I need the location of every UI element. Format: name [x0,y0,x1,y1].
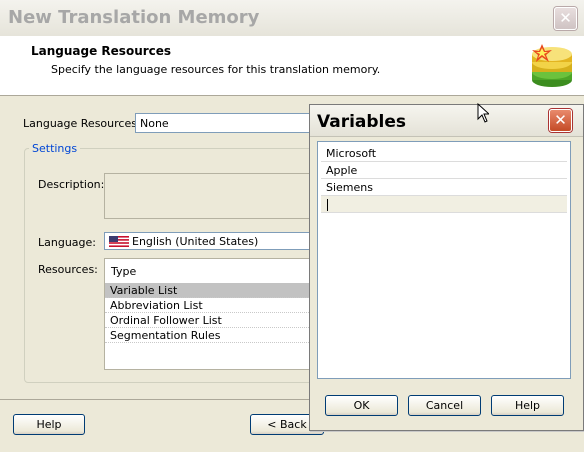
window-title: New Translation Memory [8,7,260,28]
text-caret [327,199,328,211]
resource-row-ordinal-follower-list[interactable]: Ordinal Follower List [105,313,323,328]
resources-list[interactable]: Type Variable List Abbreviation List Ord… [104,258,324,370]
variable-row[interactable]: Apple [321,162,567,179]
variables-dialog: Variables ✕ Microsoft Apple Siemens OK C… [309,104,584,431]
page-subtitle: Specify the language resources for this … [51,63,381,76]
resource-label: Abbreviation List [110,299,203,312]
variable-value: Microsoft [326,147,377,160]
page-title: Language Resources [31,44,172,58]
language-select[interactable]: English (United States) [104,232,324,250]
variables-help-button[interactable]: Help [491,395,564,416]
database-icon [532,44,572,87]
type-column-label: Type [111,265,137,278]
new-variable-input[interactable] [321,196,567,213]
wizard-header: Language Resources Specify the language … [0,36,584,96]
settings-legend: Settings [29,142,81,155]
close-icon: ✕ [554,111,567,129]
language-value: English (United States) [132,235,259,248]
language-resources-label-text: Language Resources: [23,117,141,130]
resource-row-abbreviation-list[interactable]: Abbreviation List [105,298,323,313]
variable-row[interactable]: Siemens [321,179,567,196]
resources-label: Resources: [38,263,98,276]
language-resources-value: None [140,117,169,130]
variables-title: Variables [317,112,407,132]
cancel-button[interactable]: Cancel [408,395,481,416]
resource-row-segmentation-rules[interactable]: Segmentation Rules [105,328,323,343]
ok-button[interactable]: OK [325,395,398,416]
resource-row-variable-list[interactable]: Variable List [105,283,323,298]
help-button[interactable]: Help [13,414,85,435]
resources-column-header[interactable]: Type [105,259,323,284]
resource-label: Variable List [110,284,178,297]
description-field[interactable] [104,173,324,219]
close-variables-button[interactable]: ✕ [549,109,572,132]
language-resources-label: Language Resources: [23,117,141,130]
language-label: Language: [38,236,96,249]
close-icon: ✕ [559,9,572,27]
title-bar[interactable]: New Translation Memory ✕ [0,0,584,37]
us-flag-icon [109,236,129,247]
resource-label: Segmentation Rules [110,329,221,342]
variable-value: Siemens [326,181,373,194]
variable-value: Apple [326,164,358,177]
resource-label: Ordinal Follower List [110,314,222,327]
description-label: Description: [38,178,105,191]
variables-list[interactable]: Microsoft Apple Siemens [317,141,571,379]
language-resources-select[interactable]: None [135,113,325,133]
variables-title-bar[interactable]: Variables ✕ [310,105,583,137]
close-window-button[interactable]: ✕ [554,7,577,30]
variable-row[interactable]: Microsoft [321,145,567,162]
mouse-pointer-icon [477,103,489,123]
